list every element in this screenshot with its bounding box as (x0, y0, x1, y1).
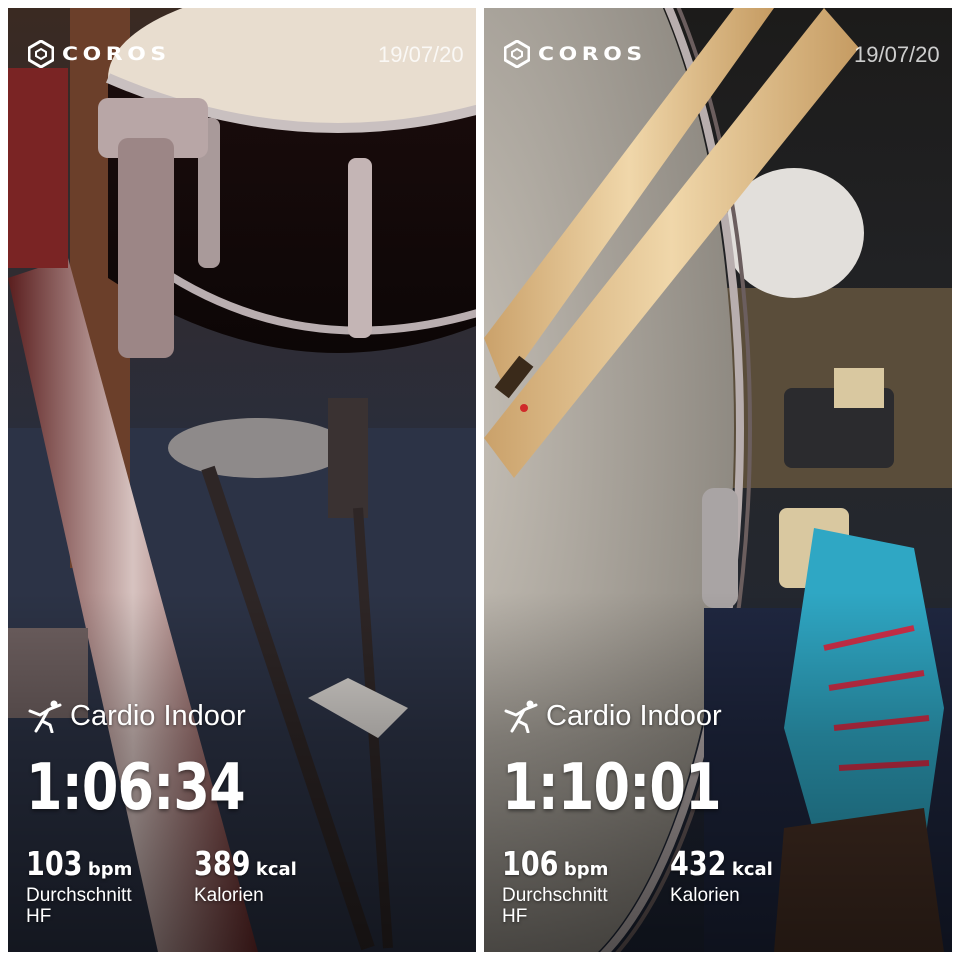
heart-rate-label: Durchschnitt HF (502, 885, 608, 927)
workout-date: 19/07/20 (854, 42, 940, 67)
heart-rate-unit: bpm (87, 859, 133, 880)
activity-type: Cardio Indoor (504, 696, 722, 736)
heart-rate-value: 106 (502, 844, 559, 883)
coros-brand: COROS (504, 38, 642, 70)
calories-label: Kalorien (670, 885, 740, 906)
calories-value: 389 (194, 844, 251, 883)
cardio-figure-icon (504, 700, 538, 733)
workout-card-left: COROS 19/07/20 Cardio Indoor 1:06:34 103… (8, 8, 476, 952)
workout-card-right: COROS 19/07/20 Cardio Indoor 1:10:01 106… (484, 8, 952, 952)
coros-hexagon-logo-icon (504, 40, 530, 68)
calories: 432 kcal Kalorien (670, 844, 820, 906)
activity-name: Cardio Indoor (70, 699, 246, 732)
activity-type: Cardio Indoor (28, 696, 246, 736)
brand-name: COROS (538, 43, 647, 65)
heart-rate-value: 103 (26, 844, 83, 883)
calories: 389 kcal Kalorien (194, 844, 344, 906)
workout-duration: 1:06:34 (26, 751, 246, 825)
coros-brand: COROS (28, 38, 166, 70)
heart-rate-label: Durchschnitt HF (26, 885, 132, 927)
calories-unit: kcal (731, 859, 773, 880)
workout-date: 19/07/20 (378, 42, 464, 67)
calories-unit: kcal (255, 859, 297, 880)
workout-duration: 1:10:01 (502, 751, 722, 825)
avg-heart-rate: 103 bpm Durchschnitt HF (26, 844, 176, 927)
cardio-figure-icon (28, 700, 62, 733)
coros-hexagon-logo-icon (28, 40, 54, 68)
calories-value: 432 (670, 844, 727, 883)
calories-label: Kalorien (194, 885, 264, 906)
brand-name: COROS (62, 43, 171, 65)
avg-heart-rate: 106 bpm Durchschnitt HF (502, 844, 652, 927)
activity-name: Cardio Indoor (546, 699, 722, 732)
heart-rate-unit: bpm (563, 859, 609, 880)
